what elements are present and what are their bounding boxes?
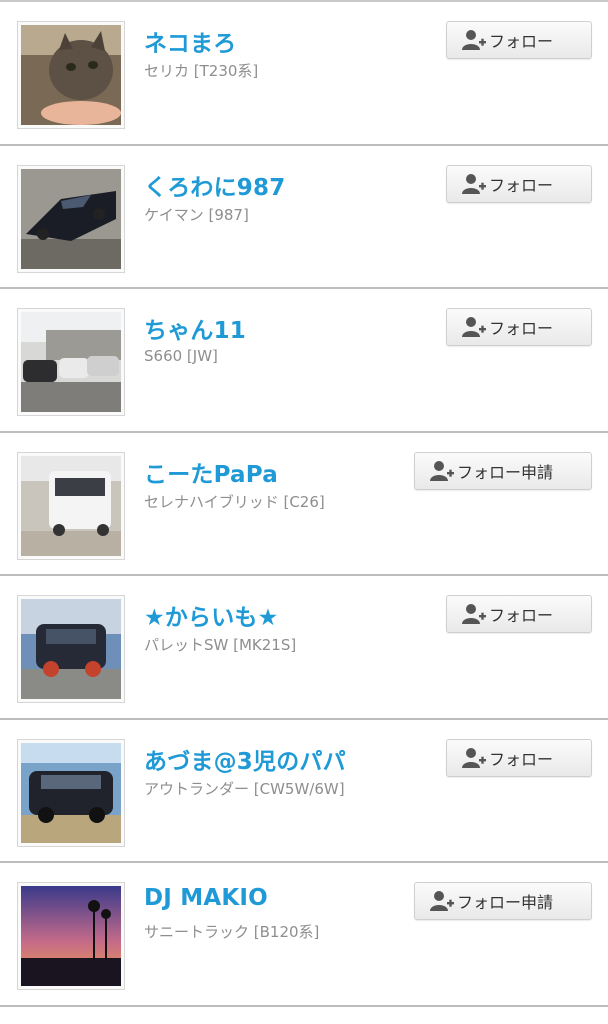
list-item: ★からいも★ パレットSW [MK21S] フォロー (0, 576, 608, 720)
follow-request-button[interactable]: フォロー申請 (414, 451, 592, 490)
user-car: セレナハイブリッド [C26] (144, 492, 325, 511)
follow-button[interactable]: フォロー (446, 738, 592, 777)
list-item: あづま@3児のパパ アウトランダー [CW5W/6W] フォロー (0, 719, 608, 863)
user-name[interactable]: DJ MAKIO (144, 885, 268, 911)
list-item: ネコまろ セリカ [T230系] フォロー (0, 2, 608, 146)
user-thumbnail[interactable] (17, 21, 125, 129)
user-car: ケイマン [987] (144, 205, 249, 224)
user-car: S660 [JW] (144, 347, 218, 365)
list-item: こーたPaPa セレナハイブリッド [C26] フォロー申請 (0, 432, 608, 576)
user-car: アウトランダー [CW5W/6W] (144, 779, 345, 798)
user-name[interactable]: ネコまろ (144, 24, 236, 58)
add-user-icon (461, 316, 487, 338)
follow-button-label: フォロー (489, 319, 554, 338)
follow-button-label: フォロー申請 (457, 893, 554, 912)
add-user-icon (429, 890, 455, 912)
user-name[interactable]: くろわに987 (144, 168, 285, 202)
follow-button[interactable]: フォロー (446, 164, 592, 203)
user-list: ネコまろ セリカ [T230系] フォロー くろわに987 ケイマン [987] (0, 0, 608, 1024)
follow-button-label: フォロー (489, 175, 554, 195)
follow-button-label: フォロー (489, 749, 554, 769)
list-item: ちゃん11 S660 [JW] フォロー (0, 289, 608, 433)
user-name[interactable]: ちゃん11 (144, 311, 246, 345)
follow-button-label: フォロー (489, 606, 554, 625)
user-thumbnail[interactable] (17, 451, 125, 560)
follow-request-button[interactable]: フォロー申請 (414, 882, 592, 920)
user-car: サニートラック [B120系] (144, 923, 320, 941)
add-user-icon (461, 173, 487, 195)
add-user-icon (461, 603, 487, 625)
add-user-icon (429, 460, 455, 482)
user-car: セリカ [T230系] (144, 62, 259, 80)
user-thumbnail[interactable] (17, 595, 125, 703)
list-item: DJ MAKIO サニートラック [B120系] フォロー申請 (0, 863, 608, 1007)
add-user-icon (461, 29, 487, 51)
follow-button-label: フォロー申請 (457, 462, 554, 482)
user-thumbnail[interactable] (17, 308, 125, 416)
user-thumbnail[interactable] (17, 882, 125, 990)
add-user-icon (461, 747, 487, 769)
follow-button[interactable]: フォロー (446, 308, 592, 346)
user-name[interactable]: ★からいも★ (144, 598, 278, 632)
user-name[interactable]: こーたPaPa (144, 455, 278, 489)
list-item: くろわに987 ケイマン [987] フォロー (0, 145, 608, 289)
user-thumbnail[interactable] (17, 164, 125, 273)
user-thumbnail[interactable] (17, 738, 125, 847)
user-car: パレットSW [MK21S] (144, 636, 297, 654)
follow-button[interactable]: フォロー (446, 595, 592, 633)
user-name[interactable]: あづま@3児のパパ (144, 742, 346, 776)
follow-button-label: フォロー (489, 32, 554, 51)
follow-button[interactable]: フォロー (446, 21, 592, 59)
